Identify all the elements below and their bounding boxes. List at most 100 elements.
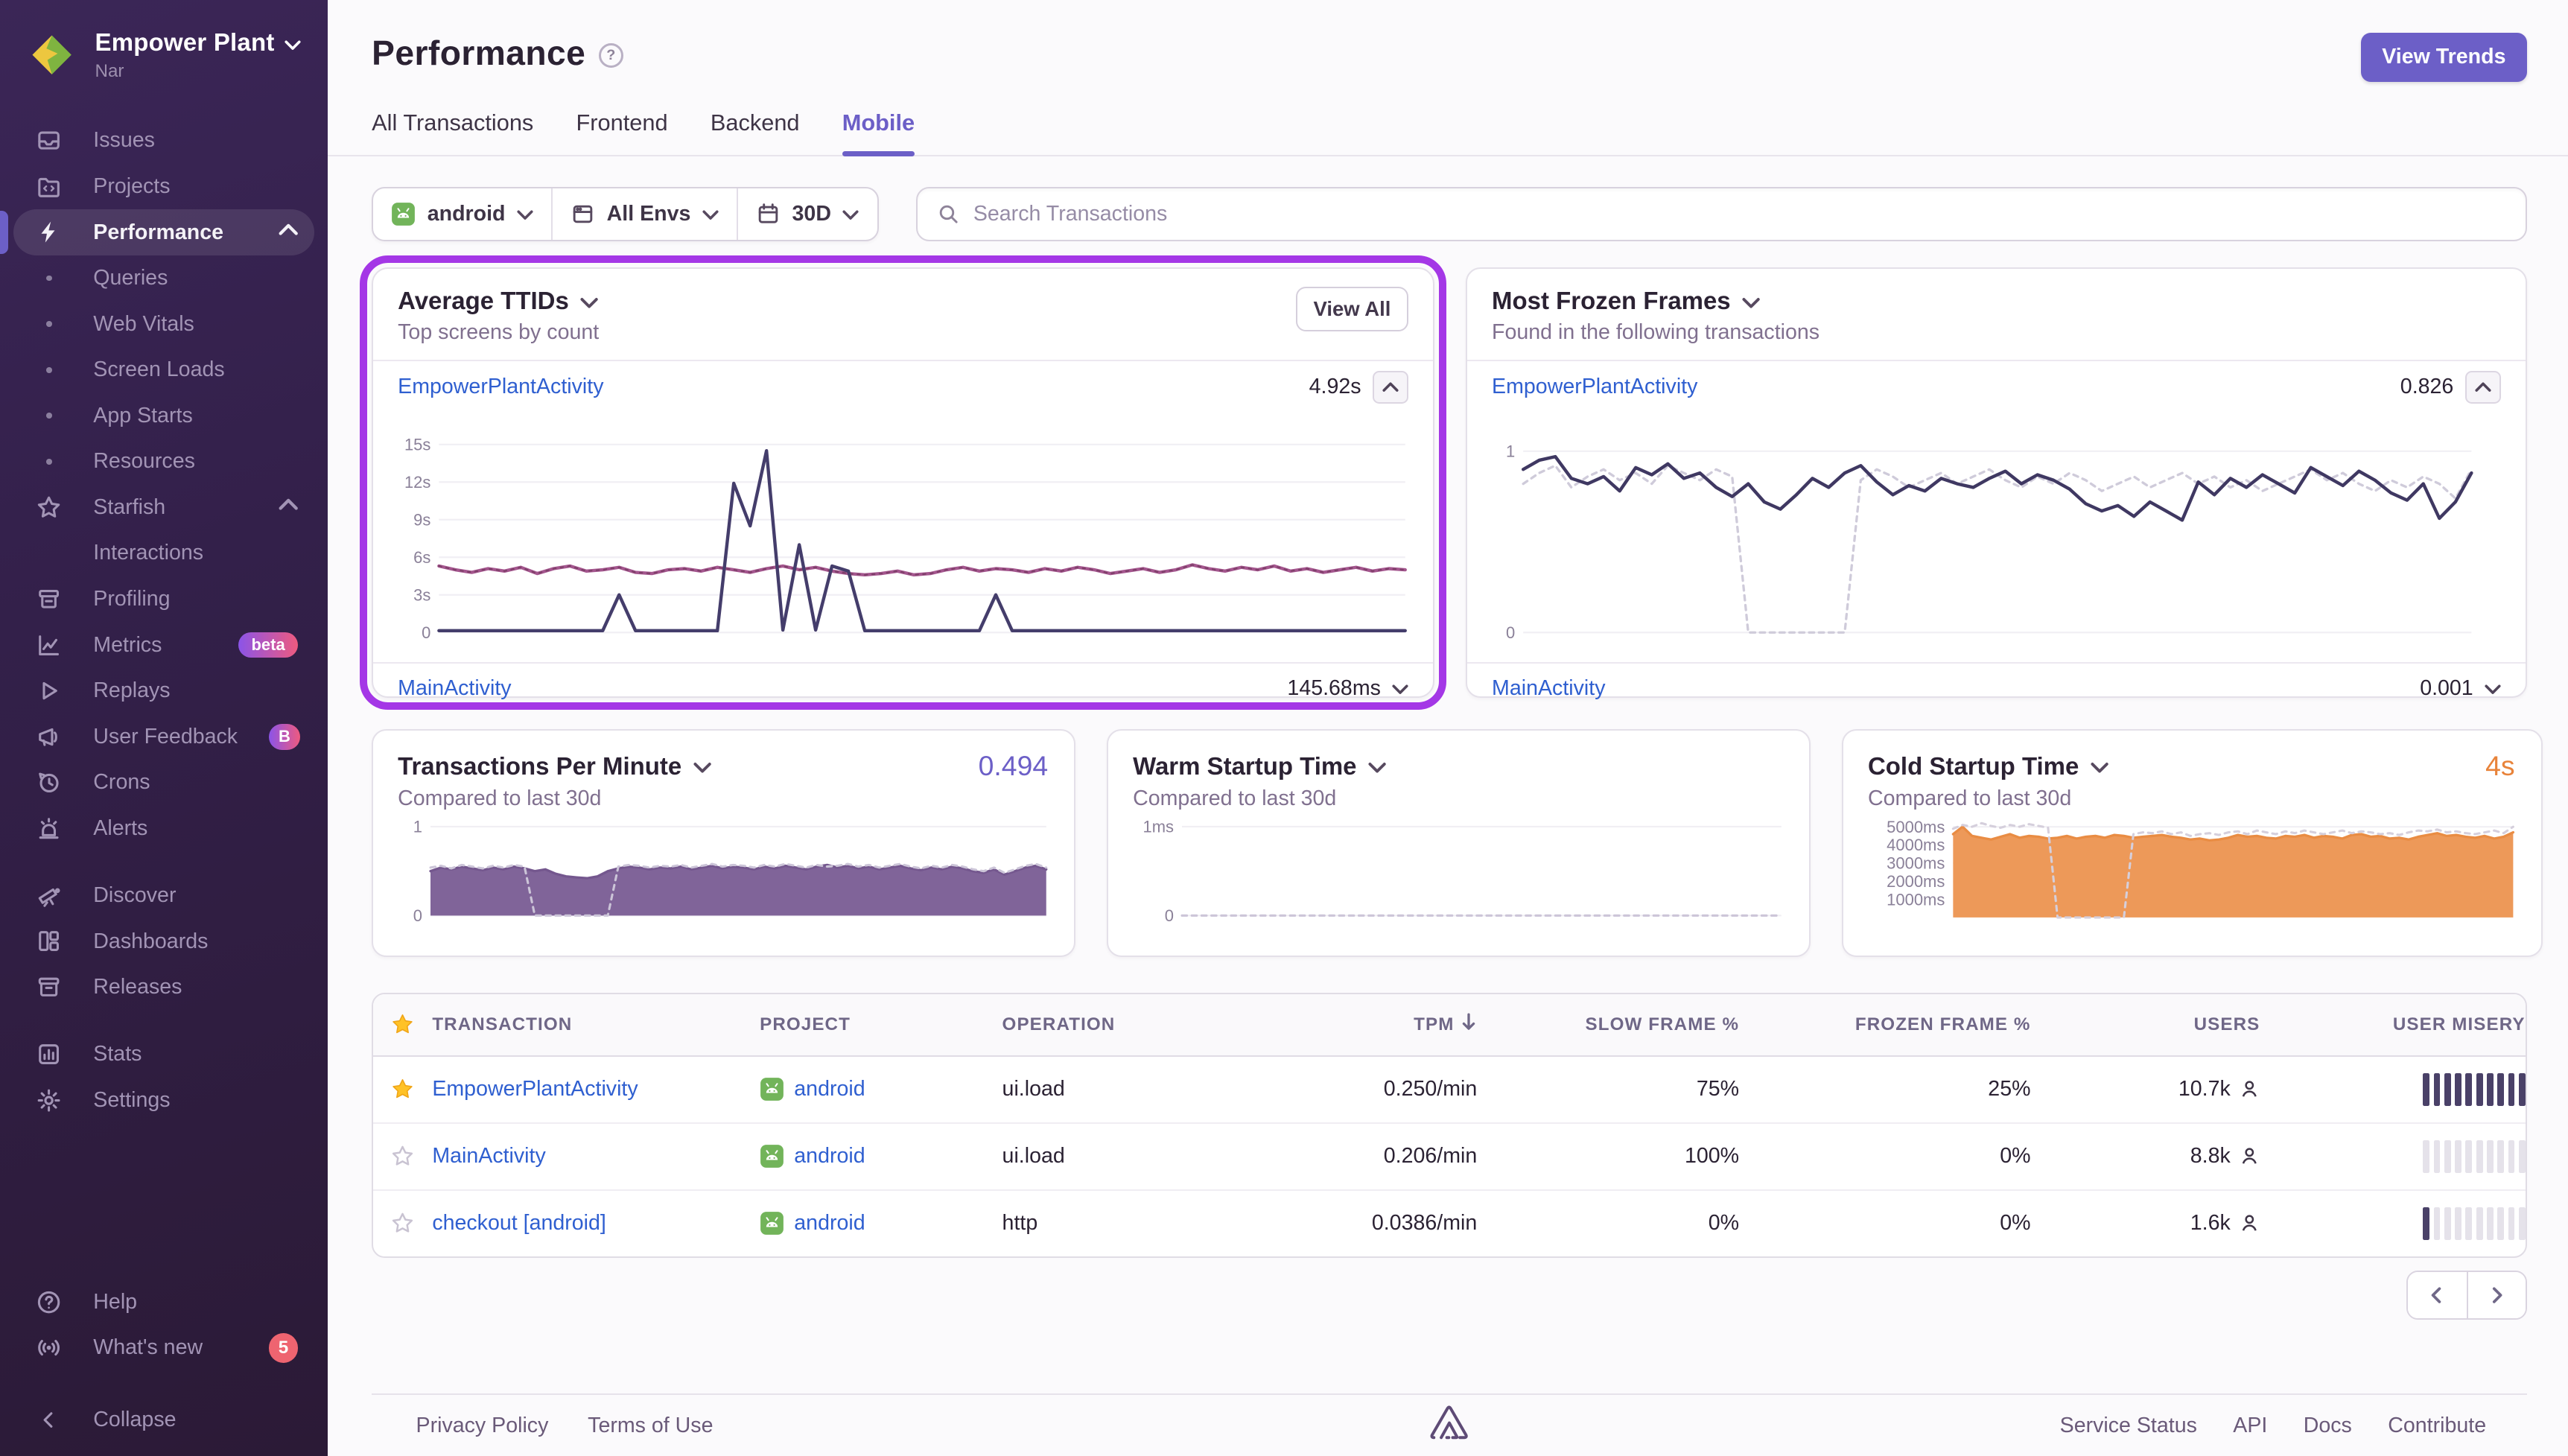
svg-text:0: 0 (413, 906, 422, 925)
view-all-button[interactable]: View All (1296, 287, 1409, 331)
help-icon[interactable]: ? (599, 43, 623, 68)
svg-text:4000ms: 4000ms (1887, 836, 1945, 855)
sidebar-item-crons[interactable]: Crons (13, 760, 315, 806)
transaction-value: 0.826 (2400, 375, 2454, 399)
footer-link-contribute[interactable]: Contribute (2388, 1414, 2486, 1438)
chevron-down-icon (285, 28, 301, 57)
column-header-operation[interactable]: OPERATION (1002, 1014, 1281, 1035)
android-icon (760, 1211, 784, 1236)
tpm-chart[interactable]: 01 (398, 814, 1049, 938)
collapse-row-button[interactable] (1373, 371, 1408, 404)
star-toggle[interactable] (373, 1191, 432, 1256)
tab-frontend[interactable]: Frontend (576, 109, 668, 154)
tab-mobile[interactable]: Mobile (842, 109, 915, 154)
expand-row-button[interactable] (1392, 676, 1408, 701)
footer-link-docs[interactable]: Docs (2304, 1414, 2352, 1438)
star-toggle[interactable] (373, 1057, 432, 1122)
svg-text:2000ms: 2000ms (1887, 872, 1945, 891)
tab-all-transactions[interactable]: All Transactions (372, 109, 533, 154)
environment-filter[interactable]: All Envs (551, 188, 737, 240)
transaction-link-empowerplantactivity[interactable]: EmpowerPlantActivity (398, 375, 603, 399)
tab-backend[interactable]: Backend (711, 109, 800, 154)
warm-startup-chart[interactable]: 01ms (1133, 814, 1784, 938)
sidebar-item-discover[interactable]: Discover (13, 873, 315, 919)
column-header-slow-frame[interactable]: SLOW FRAME % (1477, 1014, 1739, 1035)
transaction-link-mainactivity[interactable]: MainActivity (1492, 676, 1605, 701)
view-trends-button[interactable]: View Trends (2361, 33, 2527, 82)
sidebar-item-label: Replays (93, 678, 298, 703)
column-header-frozen-frame[interactable]: FROZEN FRAME % (1739, 1014, 2030, 1035)
transaction-link-empowerplantactivity[interactable]: EmpowerPlantActivity (1492, 375, 1697, 399)
performance-icon (36, 219, 62, 245)
column-header-star[interactable] (373, 1012, 432, 1037)
widget-title[interactable]: Cold Startup Time (1868, 752, 2517, 781)
footer-link-service-status[interactable]: Service Status (2060, 1414, 2197, 1438)
sidebar-item-stats[interactable]: Stats (13, 1031, 315, 1078)
search-transactions-input[interactable] (973, 202, 2506, 226)
sidebar-item-replays[interactable]: Replays (13, 668, 315, 714)
cold-startup-chart[interactable]: 1000ms2000ms3000ms4000ms5000ms (1868, 811, 2517, 946)
project-filter[interactable]: android (373, 188, 551, 240)
column-header-user-misery[interactable]: USER MISERY (2260, 1014, 2525, 1035)
sidebar-item-metrics[interactable]: Metricsbeta (13, 622, 315, 668)
expand-row-button[interactable] (2485, 676, 2501, 701)
widget-title[interactable]: Most Frozen Frames (1492, 287, 1819, 315)
sidebar-item-profiling[interactable]: Profiling (13, 576, 315, 623)
column-header-tpm[interactable]: TPM (1280, 1013, 1477, 1036)
project-link[interactable]: android (794, 1077, 865, 1101)
project-link[interactable]: android (794, 1211, 865, 1236)
sidebar-item-issues[interactable]: Issues (13, 118, 315, 164)
sidebar-item-screen-loads[interactable]: Screen Loads (13, 347, 315, 393)
widget-title[interactable]: Average TTIDs (398, 287, 599, 315)
column-header-project[interactable]: PROJECT (760, 1014, 1002, 1035)
transaction-value: 0.001 (2420, 676, 2473, 701)
svg-text:0: 0 (1506, 623, 1515, 642)
sidebar-item-what-s-new[interactable]: What's new5 (13, 1325, 315, 1371)
issues-icon (36, 127, 62, 153)
sidebar-item-web-vitals[interactable]: Web Vitals (13, 301, 315, 347)
sidebar-item-interactions[interactable]: Interactions (13, 530, 315, 576)
empower-plant-logo-icon (30, 33, 74, 77)
most-frozen-frames-chart[interactable]: 01 (1467, 413, 2526, 662)
transaction-link[interactable]: EmpowerPlantActivity (432, 1077, 638, 1101)
search-icon (937, 203, 960, 226)
sidebar-item-performance[interactable]: Performance (13, 209, 315, 255)
widget-title[interactable]: Warm Startup Time (1133, 752, 1784, 781)
chevron-down-icon (2091, 752, 2108, 781)
widget-average-ttids: Average TTIDs Top screens by count View … (372, 267, 1434, 698)
sidebar-item-queries[interactable]: Queries (13, 255, 315, 302)
sidebar-item-help[interactable]: Help (13, 1279, 315, 1325)
sentry-logo-icon[interactable] (1428, 1402, 1471, 1449)
date-range-filter[interactable]: 30D (737, 188, 877, 240)
sidebar-item-settings[interactable]: Settings (13, 1078, 315, 1124)
column-header-users[interactable]: USERS (2031, 1014, 2260, 1035)
previous-page-button[interactable] (2408, 1272, 2467, 1318)
sidebar-item-alerts[interactable]: Alerts (13, 806, 315, 852)
transaction-link-mainactivity[interactable]: MainActivity (398, 676, 511, 701)
sidebar-item-collapse[interactable]: Collapse (13, 1397, 315, 1443)
next-page-button[interactable] (2467, 1272, 2526, 1318)
project-link[interactable]: android (794, 1144, 865, 1169)
footer-link-api[interactable]: API (2233, 1414, 2267, 1438)
footer-link-terms-of-use[interactable]: Terms of Use (588, 1414, 713, 1438)
svg-text:12s: 12s (404, 473, 430, 492)
user-misery-cell (2260, 1191, 2525, 1256)
widget-transaction-row: MainActivity 0.001 (1467, 662, 2526, 713)
sidebar-item-starfish[interactable]: Starfish (13, 485, 315, 531)
column-header-transaction[interactable]: TRANSACTION (432, 1014, 760, 1035)
transaction-link[interactable]: MainActivity (432, 1144, 545, 1169)
table-row-checkout-android: checkout [android]androidhttp0.0386/min0… (373, 1191, 2526, 1256)
transaction-link[interactable]: checkout [android] (432, 1211, 606, 1236)
collapse-row-button[interactable] (2465, 371, 2501, 404)
footer-link-privacy-policy[interactable]: Privacy Policy (416, 1414, 549, 1438)
sidebar-item-resources[interactable]: Resources (13, 439, 315, 485)
average-ttids-chart[interactable]: 03s6s9s12s15s (373, 413, 1433, 662)
sidebar-item-releases[interactable]: Releases (13, 964, 315, 1011)
star-toggle[interactable] (373, 1124, 432, 1189)
sidebar-item-dashboards[interactable]: Dashboards (13, 918, 315, 964)
sidebar-item-projects[interactable]: Projects (13, 164, 315, 210)
sidebar-item-user-feedback[interactable]: User FeedbackB (13, 713, 315, 760)
org-switcher[interactable]: Empower Plant Nar (0, 0, 328, 105)
sidebar-item-app-starts[interactable]: App Starts (13, 393, 315, 439)
widget-title[interactable]: Transactions Per Minute (398, 752, 1049, 781)
